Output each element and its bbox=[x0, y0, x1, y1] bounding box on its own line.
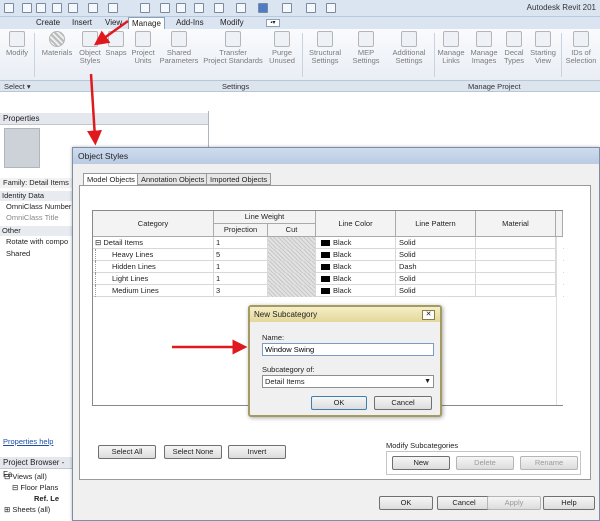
arrow-to-dialog bbox=[87, 73, 103, 146]
arrow-to-object-styles bbox=[93, 19, 129, 46]
annotation-arrows bbox=[87, 19, 248, 355]
